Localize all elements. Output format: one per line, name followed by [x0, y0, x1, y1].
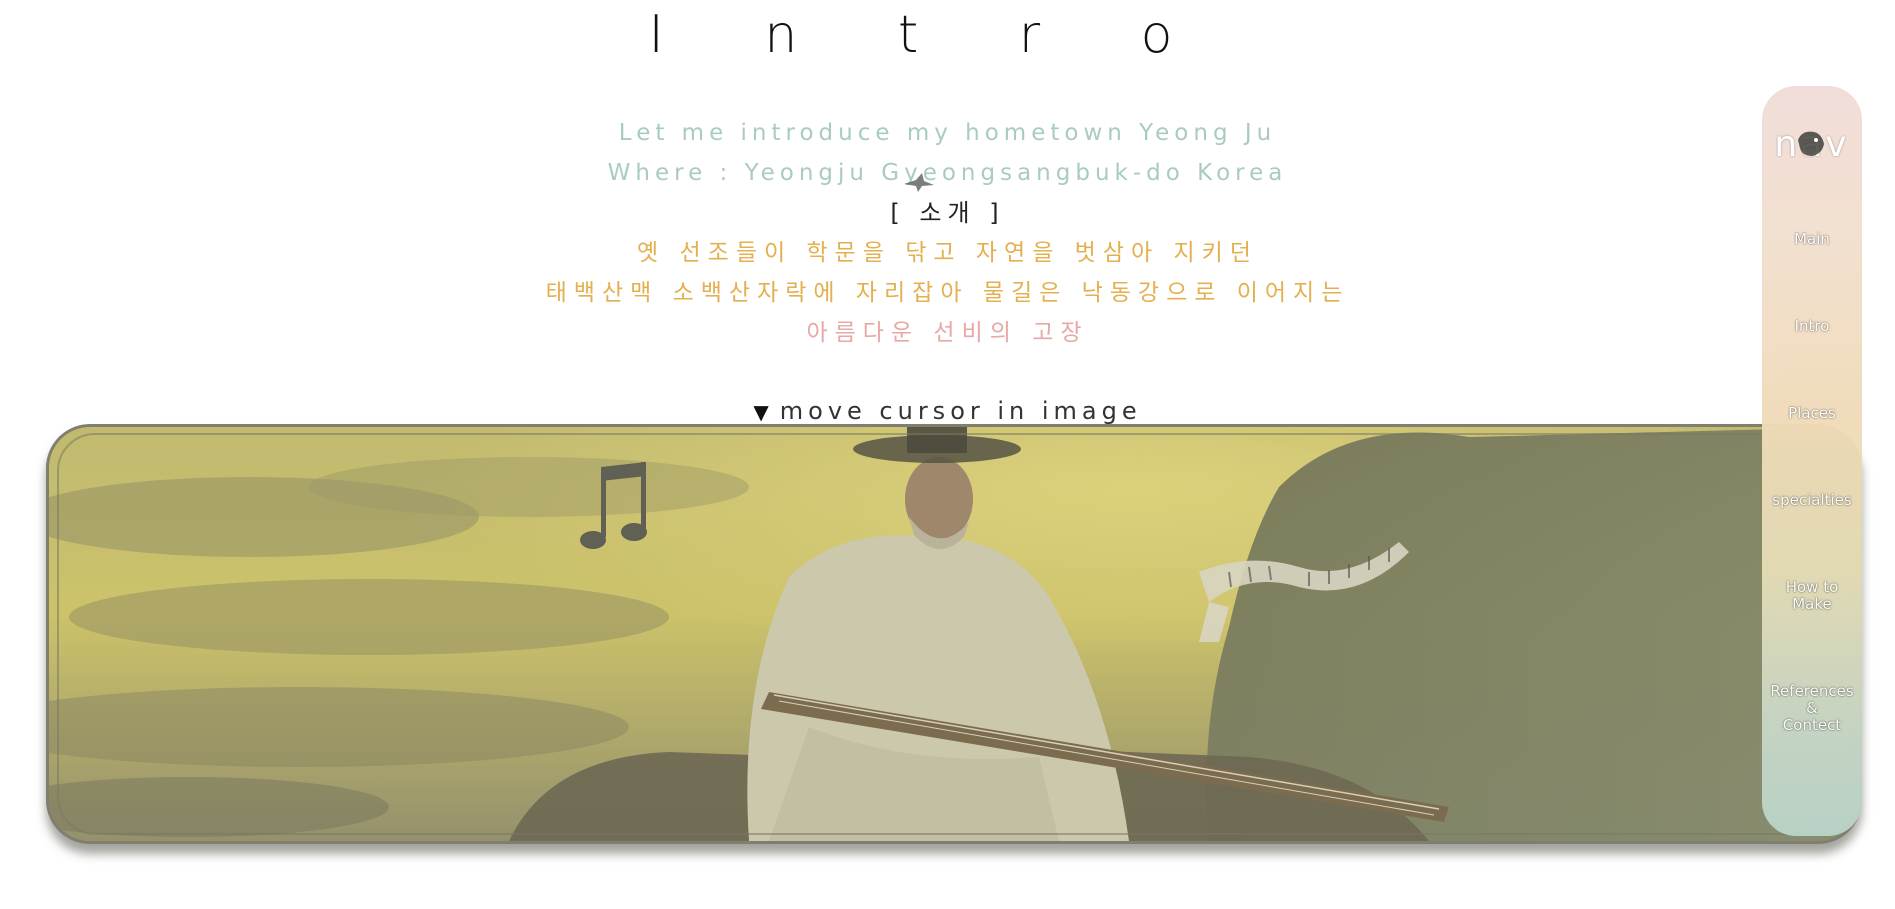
nav-item-specialties[interactable]: specialties	[1762, 492, 1862, 509]
bird-mascot-icon	[1798, 131, 1824, 156]
side-nav: nav Main Intro Places specialties How to…	[1762, 86, 1862, 836]
intro-line-korean-1: 옛 선조들이 학문을 닦고 자연을 벗삼아 지키던	[637, 240, 1258, 266]
intro-line-korean-2: 태백산맥 소백산자락에 자리잡아 물길은 낙동강으로 이어지는	[545, 280, 1350, 306]
page-title: I n t r o	[648, 5, 1215, 65]
hero-photo	[49, 427, 1859, 841]
nav-item-references-contact[interactable]: References & Contect	[1762, 683, 1862, 734]
intro-line-korean-3: 아름다운 선비의 고장	[806, 320, 1089, 346]
nav-item-places[interactable]: Places	[1762, 405, 1862, 422]
page: I n t r o Let me introduce my hometown Y…	[0, 0, 1895, 909]
nav-item-how-to-make[interactable]: How to Make	[1762, 579, 1862, 613]
intro-text-block: Let me introduce my hometown Yeong Ju Wh…	[0, 113, 1895, 353]
cursor-hint: ▼ move cursor in image	[0, 396, 1895, 427]
cursor-hint-text: move cursor in image	[779, 397, 1142, 425]
intro-line-hometown: Let me introduce my hometown Yeong Ju	[618, 120, 1277, 146]
intro-line-where: Where : Yeongju Gyeongsangbuk-do Korea	[607, 160, 1288, 186]
triangle-down-icon: ▼	[753, 400, 774, 424]
intro-heading-korean: [ 소개 ]	[890, 199, 1005, 227]
hero-image[interactable]	[46, 424, 1862, 844]
bird-icon	[904, 173, 934, 192]
nav-item-main[interactable]: Main	[1762, 231, 1862, 248]
nav-item-intro[interactable]: Intro	[1762, 318, 1862, 335]
